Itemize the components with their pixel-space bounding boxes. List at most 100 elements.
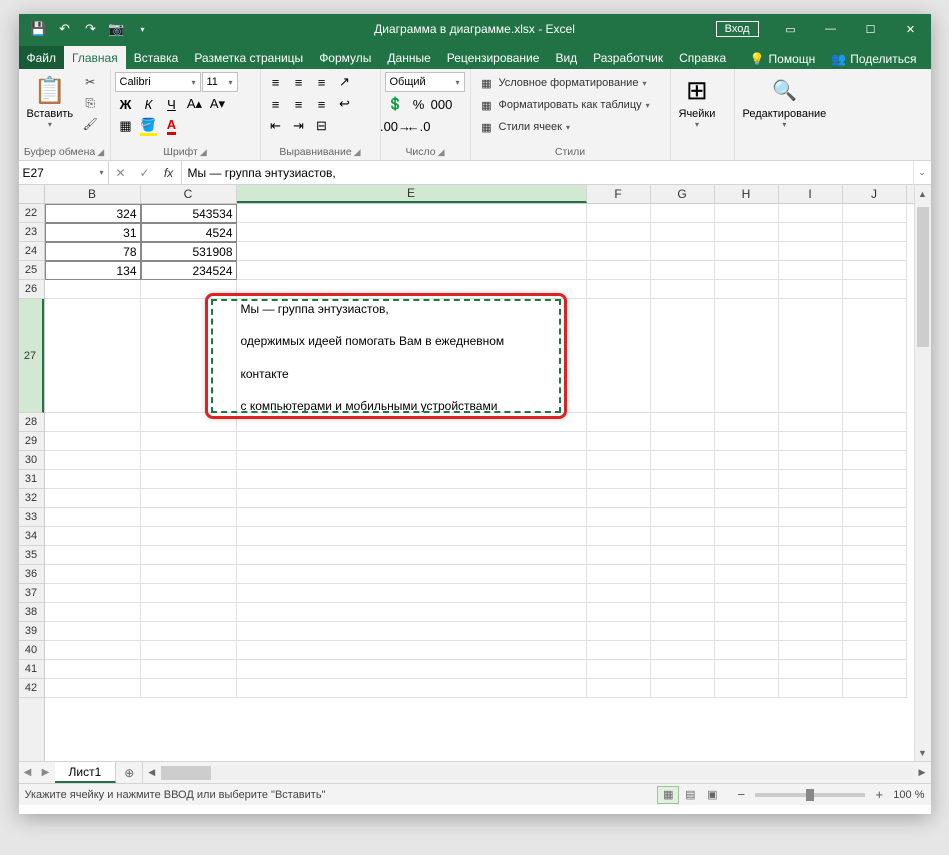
expand-formula-icon[interactable]: ⌄: [913, 161, 931, 184]
cell[interactable]: [587, 413, 651, 432]
copy-icon[interactable]: ⎘: [79, 93, 101, 113]
cell[interactable]: [651, 470, 715, 489]
cell[interactable]: [651, 280, 715, 299]
cell[interactable]: [651, 660, 715, 679]
cell[interactable]: [651, 261, 715, 280]
align-left-icon[interactable]: ≡: [265, 94, 287, 114]
cell[interactable]: [237, 223, 587, 242]
cell[interactable]: [45, 584, 141, 603]
cell[interactable]: [779, 641, 843, 660]
row-header[interactable]: 22: [19, 204, 44, 223]
column-header[interactable]: I: [779, 185, 843, 203]
cell[interactable]: [779, 679, 843, 698]
cell[interactable]: [715, 641, 779, 660]
bold-button[interactable]: Ж: [115, 94, 137, 114]
fill-color-icon[interactable]: 🪣: [138, 116, 160, 136]
cancel-icon[interactable]: ✕: [109, 166, 133, 180]
cell[interactable]: [237, 470, 587, 489]
cell[interactable]: 4524: [141, 223, 237, 242]
cell[interactable]: [651, 204, 715, 223]
column-header[interactable]: E: [237, 185, 587, 203]
dialog-launcher-icon[interactable]: ◢: [438, 147, 445, 158]
row-header[interactable]: 28: [19, 413, 44, 432]
cell[interactable]: [45, 546, 141, 565]
grow-font-icon[interactable]: A▴: [184, 94, 206, 114]
cell[interactable]: [141, 280, 237, 299]
cell[interactable]: [587, 432, 651, 451]
cell[interactable]: 134: [45, 261, 141, 280]
cell[interactable]: [587, 641, 651, 660]
row-header[interactable]: 39: [19, 622, 44, 641]
cell[interactable]: [587, 470, 651, 489]
cell[interactable]: [843, 432, 907, 451]
cell[interactable]: [587, 451, 651, 470]
orientation-icon[interactable]: ↗: [334, 72, 356, 92]
borders-icon[interactable]: ▦: [115, 116, 137, 136]
cell[interactable]: [587, 261, 651, 280]
cell[interactable]: [779, 508, 843, 527]
cell[interactable]: [843, 660, 907, 679]
cell[interactable]: [715, 204, 779, 223]
cell[interactable]: [779, 603, 843, 622]
cell[interactable]: [779, 261, 843, 280]
save-icon[interactable]: 💾: [27, 17, 51, 41]
paste-button[interactable]: 📋 Вставить ▾: [23, 72, 78, 131]
cell[interactable]: [587, 527, 651, 546]
cell[interactable]: [843, 565, 907, 584]
share-button[interactable]: 👥Поделиться: [825, 49, 922, 69]
cell[interactable]: [715, 565, 779, 584]
cell[interactable]: [843, 584, 907, 603]
italic-button[interactable]: К: [138, 94, 160, 114]
cell[interactable]: [651, 641, 715, 660]
cell[interactable]: [237, 660, 587, 679]
number-format-combo[interactable]: Общий▾: [385, 72, 465, 92]
tab-data[interactable]: Данные: [379, 46, 438, 69]
cell[interactable]: [237, 584, 587, 603]
decrease-indent-icon[interactable]: ⇤: [265, 116, 287, 136]
row-header[interactable]: 41: [19, 660, 44, 679]
cell[interactable]: Мы — группа энтузиастов, одержимых идеей…: [237, 299, 587, 413]
cell[interactable]: [715, 603, 779, 622]
cell[interactable]: 543534: [141, 204, 237, 223]
cell[interactable]: 531908: [141, 242, 237, 261]
cell[interactable]: [715, 546, 779, 565]
font-name-combo[interactable]: Calibri▾: [115, 72, 201, 92]
cell[interactable]: [715, 299, 779, 413]
cell[interactable]: [587, 280, 651, 299]
cell[interactable]: [651, 299, 715, 413]
cell[interactable]: [45, 489, 141, 508]
fx-icon[interactable]: fx: [157, 166, 181, 180]
cell[interactable]: [715, 527, 779, 546]
cell[interactable]: [141, 470, 237, 489]
cell[interactable]: [843, 242, 907, 261]
cell[interactable]: [651, 546, 715, 565]
cell[interactable]: [715, 280, 779, 299]
zoom-out-button[interactable]: −: [733, 787, 749, 802]
tab-home[interactable]: Главная: [64, 46, 126, 69]
row-header[interactable]: 31: [19, 470, 44, 489]
cell[interactable]: [779, 432, 843, 451]
name-box[interactable]: E27▾: [19, 161, 109, 184]
chevron-down-icon[interactable]: ▾: [99, 168, 103, 177]
cell[interactable]: [587, 603, 651, 622]
cell[interactable]: [779, 622, 843, 641]
cell[interactable]: [779, 204, 843, 223]
cell[interactable]: [141, 413, 237, 432]
cell[interactable]: [843, 470, 907, 489]
cell[interactable]: [715, 432, 779, 451]
cell[interactable]: [779, 299, 843, 413]
cell-styles-button[interactable]: ▦Стили ячеек▾: [475, 116, 575, 138]
minimize-button[interactable]: —: [811, 14, 851, 44]
cell[interactable]: [715, 489, 779, 508]
comma-icon[interactable]: 000: [431, 94, 453, 114]
cell[interactable]: [237, 508, 587, 527]
cell[interactable]: [237, 603, 587, 622]
row-header[interactable]: 27: [19, 299, 44, 413]
underline-button[interactable]: Ч: [161, 94, 183, 114]
conditional-formatting-button[interactable]: ▦Условное форматирование▾: [475, 72, 651, 94]
tab-review[interactable]: Рецензирование: [439, 46, 548, 69]
cell[interactable]: [237, 413, 587, 432]
accounting-icon[interactable]: 💲: [385, 94, 407, 114]
cell[interactable]: [141, 299, 237, 413]
tab-formulas[interactable]: Формулы: [311, 46, 379, 69]
